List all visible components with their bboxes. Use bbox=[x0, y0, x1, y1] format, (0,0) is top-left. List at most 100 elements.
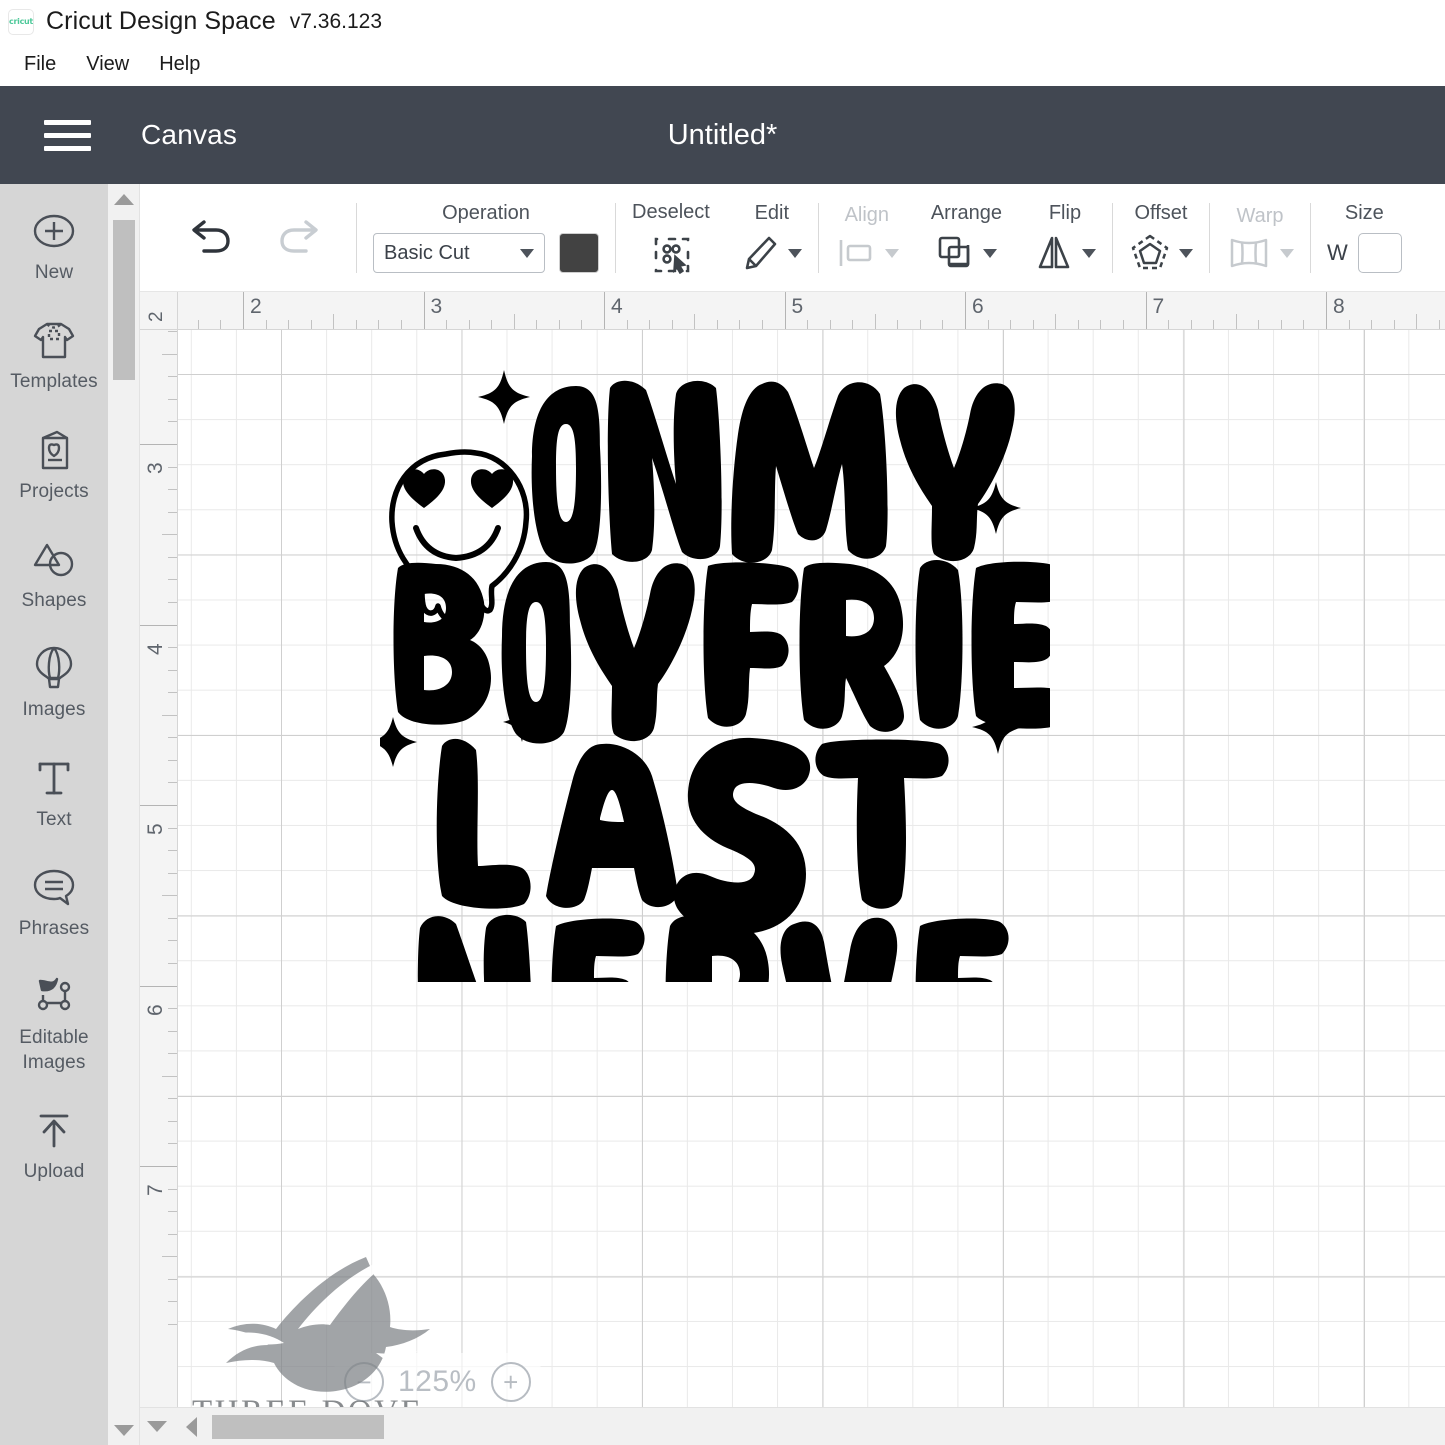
ruler-minor-tick bbox=[716, 320, 718, 329]
ruler-minor-tick bbox=[168, 1053, 177, 1055]
canvas-label[interactable]: Canvas bbox=[141, 119, 237, 151]
ruler-label: 2 bbox=[250, 295, 262, 318]
ruler-label: 5 bbox=[144, 823, 167, 835]
ruler-minor-tick bbox=[162, 1075, 177, 1077]
scroll-down-arrow-icon[interactable] bbox=[140, 1408, 174, 1445]
plus-circle-icon bbox=[32, 208, 76, 254]
ruler-label: 4 bbox=[144, 642, 167, 655]
operation-label: Operation bbox=[442, 202, 530, 224]
align-group[interactable]: Align bbox=[819, 204, 915, 271]
size-width-input[interactable] bbox=[1357, 233, 1402, 273]
chevron-down-icon[interactable] bbox=[983, 248, 998, 258]
ruler-minor-tick bbox=[162, 353, 177, 355]
ruler-minor-tick bbox=[581, 320, 583, 329]
sidebar-label-templates: Templates bbox=[10, 371, 98, 393]
ruler-minor-tick bbox=[558, 320, 560, 329]
arrange-label: Arrange bbox=[930, 202, 1002, 224]
scroll-up-arrow-icon[interactable] bbox=[108, 184, 140, 214]
ruler-minor-tick bbox=[168, 759, 177, 761]
ruler-tick bbox=[140, 624, 177, 626]
sidebar-item-images[interactable]: Images bbox=[0, 645, 108, 722]
zoom-control: − 125% + bbox=[330, 1353, 545, 1411]
warp-group[interactable]: Warp bbox=[1210, 205, 1310, 270]
menu-item-help[interactable]: Help bbox=[147, 50, 212, 79]
app-version: v7.36.123 bbox=[289, 9, 383, 33]
redo-button[interactable] bbox=[274, 218, 326, 258]
ruler-minor-tick bbox=[468, 320, 470, 329]
ruler-minor-tick bbox=[162, 534, 177, 536]
text-t-icon bbox=[35, 755, 73, 801]
sidebar-item-upload[interactable]: Upload bbox=[0, 1107, 108, 1184]
operation-select[interactable]: Basic Cut bbox=[373, 233, 545, 273]
ruler-minor-tick bbox=[162, 895, 177, 897]
chevron-down-icon[interactable] bbox=[1178, 248, 1193, 258]
artwork-design[interactable] bbox=[380, 362, 1050, 982]
hamburger-menu-icon[interactable] bbox=[44, 119, 91, 151]
design-canvas[interactable]: 2 3 4 5 6 7 8 3 4 5 6 7 2 − 125% + bbox=[140, 292, 1445, 1445]
menu-item-file[interactable]: File bbox=[12, 50, 68, 79]
sidebar-item-new[interactable]: New bbox=[0, 208, 108, 285]
offset-group[interactable]: Offset bbox=[1113, 202, 1209, 273]
scroll-left-arrow-icon[interactable] bbox=[174, 1408, 208, 1445]
cricut-logo-icon: cricut bbox=[8, 8, 34, 35]
menu-item-view[interactable]: View bbox=[74, 50, 141, 79]
sidebar-item-text[interactable]: Text bbox=[0, 755, 108, 832]
ruler-minor-tick bbox=[168, 669, 177, 671]
chevron-down-icon[interactable] bbox=[787, 248, 802, 258]
warp-label: Warp bbox=[1236, 205, 1284, 227]
ruler-label: 7 bbox=[144, 1184, 167, 1196]
vertical-scrollbar[interactable] bbox=[108, 184, 140, 1445]
ruler-minor-tick bbox=[874, 314, 876, 329]
align-icon[interactable] bbox=[835, 235, 877, 271]
flip-icon[interactable] bbox=[1034, 233, 1074, 273]
ruler-minor-tick bbox=[1122, 320, 1124, 329]
undo-button[interactable] bbox=[184, 218, 236, 258]
ruler-minor-tick bbox=[378, 320, 380, 329]
ruler-minor-tick bbox=[1077, 320, 1079, 329]
ruler-minor-tick bbox=[1438, 320, 1440, 329]
sidebar-label-phrases: Phrases bbox=[18, 917, 90, 939]
chevron-down-icon[interactable] bbox=[1279, 248, 1294, 258]
ruler-minor-tick bbox=[694, 314, 696, 329]
zoom-in-button[interactable]: + bbox=[490, 1362, 531, 1402]
edit-group[interactable]: Edit bbox=[726, 202, 818, 273]
arrange-group[interactable]: Arrange bbox=[915, 202, 1018, 273]
sidebar-item-phrases[interactable]: Phrases bbox=[0, 864, 108, 941]
ruler-tick bbox=[784, 292, 786, 329]
ruler-minor-tick bbox=[168, 556, 177, 558]
ruler-tick bbox=[965, 292, 966, 329]
editable-path-icon bbox=[31, 973, 77, 1019]
zoom-level-value: 125% bbox=[398, 1365, 477, 1398]
horizontal-scrollbar[interactable] bbox=[140, 1407, 1445, 1445]
ruler-minor-tick bbox=[355, 320, 357, 329]
ruler-minor-tick bbox=[162, 1256, 177, 1258]
deselect-group[interactable]: Deselect bbox=[616, 201, 726, 274]
scroll-down-arrow-icon[interactable] bbox=[108, 1415, 140, 1445]
offset-icon[interactable] bbox=[1129, 233, 1171, 273]
ruler-minor-tick bbox=[1303, 320, 1305, 329]
arrange-icon[interactable] bbox=[935, 233, 975, 273]
ruler-minor-tick bbox=[168, 1211, 177, 1213]
horizontal-ruler: 2 3 4 5 6 7 8 bbox=[140, 292, 1445, 330]
pencil-icon[interactable] bbox=[742, 233, 780, 273]
ruler-label: 7 bbox=[1152, 295, 1165, 318]
sidebar-item-projects[interactable]: Projects bbox=[0, 427, 108, 504]
ruler-minor-tick bbox=[168, 1008, 177, 1010]
vertical-scroll-thumb[interactable] bbox=[113, 220, 135, 380]
window-titlebar: cricut Cricut Design Space v7.36.123 bbox=[0, 0, 1445, 43]
sidebar-item-templates[interactable]: Templates bbox=[0, 317, 108, 394]
flip-group[interactable]: Flip bbox=[1018, 202, 1112, 273]
chevron-down-icon[interactable] bbox=[884, 248, 899, 258]
chevron-down-icon[interactable] bbox=[1081, 248, 1096, 258]
horizontal-scroll-thumb[interactable] bbox=[212, 1414, 384, 1439]
ruler-label: 4 bbox=[611, 295, 623, 318]
ruler-label: 3 bbox=[144, 462, 167, 474]
ruler-tick bbox=[604, 292, 605, 329]
operation-color-swatch[interactable] bbox=[559, 233, 599, 273]
ruler-minor-tick bbox=[168, 962, 177, 964]
zoom-out-button[interactable]: − bbox=[344, 1362, 384, 1402]
deselect-icon[interactable] bbox=[649, 232, 693, 274]
warp-icon[interactable] bbox=[1226, 236, 1272, 270]
sidebar-item-editable-images[interactable]: Editable Images bbox=[0, 973, 108, 1075]
sidebar-item-shapes[interactable]: Shapes bbox=[0, 536, 108, 613]
